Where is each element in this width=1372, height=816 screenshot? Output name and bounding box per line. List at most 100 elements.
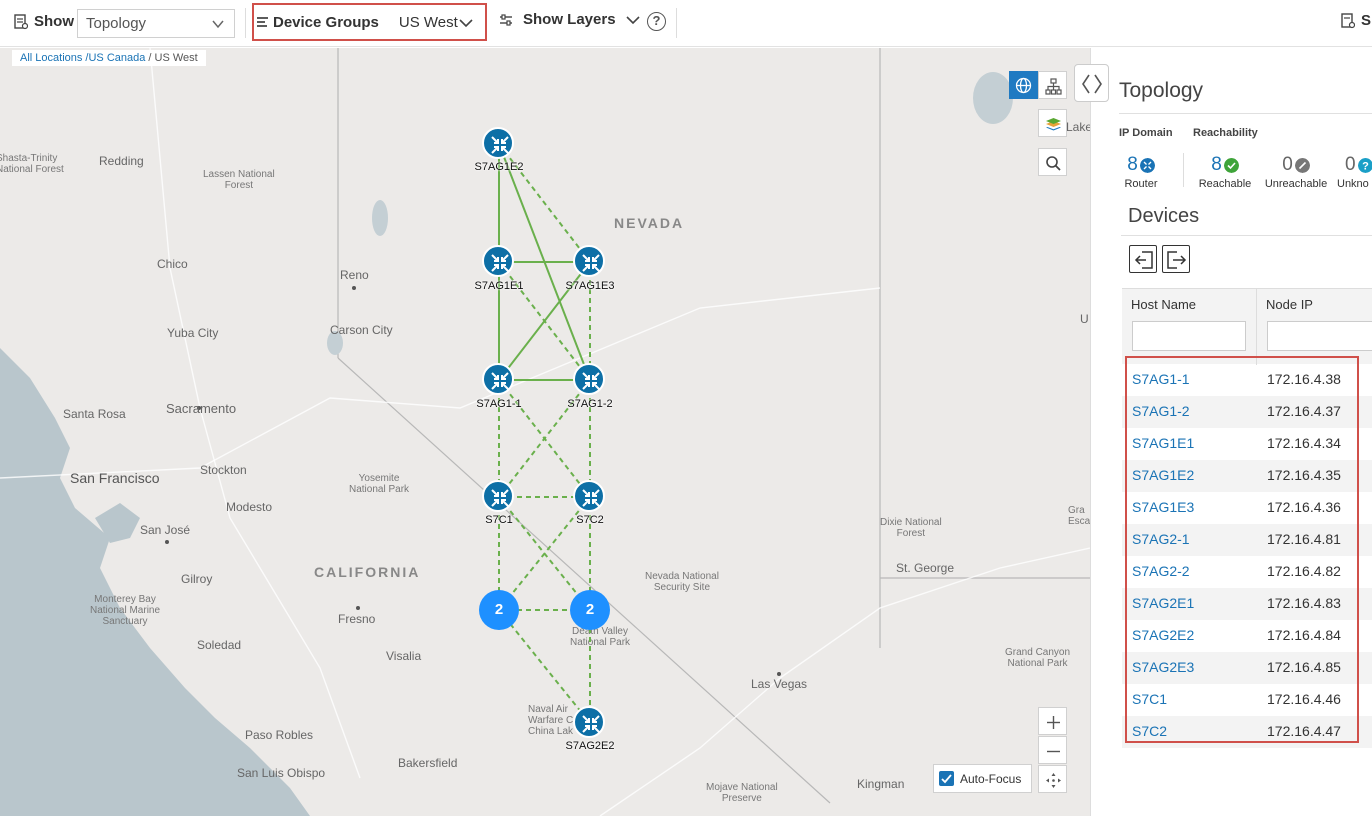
toolbar-divider: [676, 8, 677, 38]
stat-label: Unkno: [1337, 178, 1369, 190]
checkbox-checked[interactable]: [939, 771, 954, 786]
router-node[interactable]: [482, 480, 514, 512]
router-icon: [582, 254, 600, 272]
slash-icon: [1294, 157, 1310, 173]
sign-in-icon: [1134, 251, 1153, 269]
chevron-down-icon: [212, 20, 224, 29]
router-node[interactable]: [573, 245, 605, 277]
show-control: Show: [14, 13, 74, 30]
router-node[interactable]: [482, 363, 514, 395]
reachability-heading: Reachability: [1193, 127, 1258, 139]
right-toolbar-control[interactable]: S: [1341, 12, 1371, 29]
svg-text:?: ?: [1362, 160, 1369, 172]
stat-label: Reachable: [1198, 178, 1252, 190]
host-name-filter-input[interactable]: [1132, 321, 1246, 351]
router-icon: [491, 489, 509, 507]
node-label: S7AG2E2: [565, 740, 615, 752]
panel-collapse-button[interactable]: [1074, 64, 1109, 102]
divider: [1121, 235, 1372, 236]
stat-label: Router: [1124, 178, 1158, 190]
column-node-ip[interactable]: Node IP: [1266, 297, 1313, 312]
router-icon: [491, 136, 509, 154]
geo-view-button[interactable]: [1009, 71, 1038, 99]
show-label: Show: [34, 13, 74, 30]
toolbar-divider: [245, 8, 246, 38]
stat-count: 0: [1282, 154, 1293, 175]
stat-count: 0: [1345, 154, 1356, 175]
node-ip-filter-input[interactable]: [1267, 321, 1372, 351]
router-icon: [582, 715, 600, 733]
stat-unreachable[interactable]: 0 Unreachable: [1261, 154, 1331, 190]
device-groups-select[interactable]: Device Groups US West: [252, 3, 487, 41]
zoom-out-button[interactable]: [1038, 736, 1067, 764]
topology-map[interactable]: All Locations /US Canada / US West Shast…: [0, 48, 1090, 816]
document-icon: [14, 13, 28, 29]
stat-count: 8: [1127, 154, 1138, 175]
check-icon: [941, 774, 952, 784]
column-host-name[interactable]: Host Name: [1131, 297, 1196, 312]
chevron-down-icon: [625, 15, 640, 24]
stat-reachable[interactable]: 8 Reachable: [1195, 154, 1255, 190]
stat-label: Unreachable: [1264, 178, 1328, 190]
router-node[interactable]: [573, 706, 605, 738]
top-toolbar: Show Topology Device Groups US West Show…: [0, 0, 1372, 47]
ip-domain-heading: IP Domain: [1119, 127, 1173, 139]
code-brackets-icon: [1082, 74, 1102, 94]
node-label: S7C2: [576, 514, 604, 526]
node-label: S7AG1E3: [565, 280, 615, 292]
document-icon: [1341, 12, 1355, 28]
router-icon: [582, 489, 600, 507]
layers-toggle-icon: [500, 13, 512, 26]
router-icon: [582, 372, 600, 390]
help-icon[interactable]: ?: [647, 12, 666, 31]
router-node[interactable]: [482, 127, 514, 159]
show-layers-label: Show Layers: [523, 11, 616, 28]
devices-table-header: Host Name Node IP: [1122, 288, 1372, 365]
divider: [1183, 153, 1184, 187]
export-button[interactable]: [1162, 245, 1190, 273]
device-groups-value: US West: [398, 13, 458, 31]
map-search-button[interactable]: [1038, 148, 1067, 176]
stat-router[interactable]: 8 Router: [1119, 154, 1163, 190]
node-label: S7AG1-2: [567, 398, 613, 410]
search-icon: [1046, 156, 1061, 171]
stat-unknown[interactable]: 0 ? Unkno: [1337, 154, 1372, 190]
sign-out-icon: [1167, 251, 1187, 269]
highlight-box: [1125, 356, 1359, 743]
device-groups-label: Device Groups: [273, 13, 379, 31]
cluster-node[interactable]: 2: [479, 590, 519, 630]
fit-view-button[interactable]: [1038, 765, 1067, 793]
hierarchy-icon: [1045, 78, 1062, 95]
node-label: S7AG1-1: [476, 398, 522, 410]
link-dashed: [498, 609, 591, 724]
auto-focus-label: Auto-Focus: [960, 771, 1022, 786]
topology-links: [498, 143, 591, 724]
cluster-node[interactable]: 2: [570, 590, 610, 630]
globe-icon: [1015, 77, 1032, 94]
zoom-in-button[interactable]: [1038, 707, 1067, 735]
show-select[interactable]: Topology: [77, 9, 235, 38]
chevron-down-icon: [459, 19, 473, 28]
router-node[interactable]: [573, 480, 605, 512]
layers-button[interactable]: [1038, 109, 1067, 137]
layers-icon: [1046, 118, 1061, 131]
auto-focus-toggle[interactable]: Auto-Focus: [933, 764, 1032, 793]
minus-icon: [1047, 750, 1060, 753]
check-icon: [1223, 157, 1239, 173]
router-node[interactable]: [482, 245, 514, 277]
router-node[interactable]: [573, 363, 605, 395]
router-icon: [491, 372, 509, 390]
logical-view-button[interactable]: [1038, 71, 1067, 99]
question-icon: ?: [1357, 157, 1372, 173]
router-icon: [491, 254, 509, 272]
divider: [1119, 113, 1372, 114]
stat-count: 8: [1211, 154, 1222, 175]
show-select-value: Topology: [86, 15, 147, 32]
import-button[interactable]: [1129, 245, 1157, 273]
move-icon: [1046, 773, 1061, 788]
right-toolbar-label: S: [1361, 12, 1372, 29]
node-label: S7AG1E1: [474, 280, 524, 292]
list-icon: [257, 17, 268, 27]
plus-icon: [1047, 716, 1060, 729]
show-layers-button[interactable]: Show Layers: [499, 11, 640, 28]
